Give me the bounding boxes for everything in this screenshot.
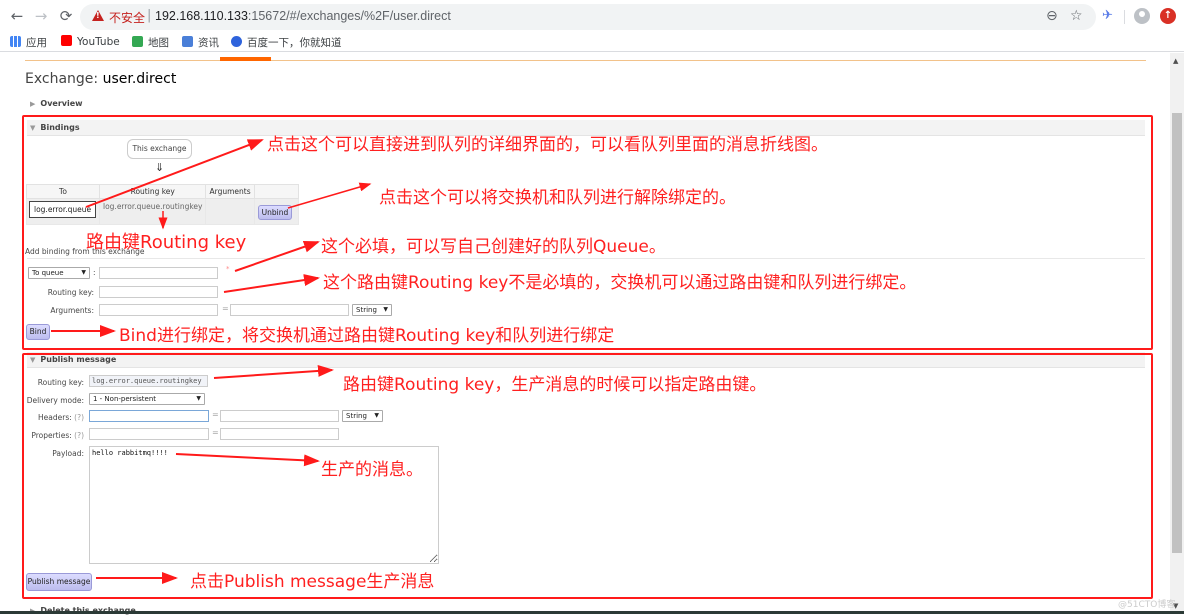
collapsed-triangle-icon: ▶	[30, 100, 36, 108]
bookmark-news[interactable]: 资讯	[182, 35, 219, 50]
exchange-name: user.direct	[102, 71, 177, 87]
section-title: Overview	[40, 99, 83, 108]
toolbar-divider	[1124, 10, 1125, 24]
browser-toolbar: ← → ⟳ 不安全 | 192.168.110.133:15672/#/exch…	[0, 0, 1184, 32]
scroll-thumb[interactable]	[1172, 113, 1182, 553]
page-title: Exchange: user.direct	[25, 71, 176, 87]
url-path: :15672/#/exchanges/%2F/user.direct	[247, 9, 451, 23]
profile-avatar-icon[interactable]	[1134, 8, 1150, 24]
annotation-publish-routing: 路由键Routing key，生产消息的时候可以指定路由键。	[343, 375, 767, 395]
bookmark-apps[interactable]: 应用	[10, 35, 47, 50]
bookmark-baidu[interactable]: 百度一下，你就知道	[231, 35, 342, 50]
maps-icon	[132, 36, 143, 47]
annotation-publish-button: 点击Publish message生产消息	[190, 572, 435, 592]
bookmark-label: 百度一下，你就知道	[247, 37, 342, 49]
reload-icon[interactable]: ⟳	[57, 7, 75, 25]
annotation-required-queue: 这个必填，可以写自己创建好的队列Queue。	[321, 237, 666, 257]
warning-icon	[92, 10, 104, 21]
bookmark-label: 应用	[26, 37, 47, 49]
news-icon	[182, 36, 193, 47]
nav-rule	[25, 60, 1146, 61]
bookmark-label: YouTube	[77, 36, 120, 48]
annotation-routing-key: 路由键Routing key	[86, 232, 247, 253]
url-host: 192.168.110.133	[155, 9, 248, 23]
divider: |	[147, 8, 152, 23]
annotation-payload: 生产的消息。	[321, 460, 423, 480]
bookmark-youtube[interactable]: YouTube	[61, 35, 120, 48]
page-scrollbar[interactable]: ▲ ▼	[1170, 53, 1184, 614]
bird-extension-icon[interactable]: ✈	[1102, 8, 1113, 23]
annotation-optional-routing: 这个路由键Routing key不是必填的，交换机可以通过路由键和队列进行绑定。	[323, 273, 917, 293]
bookmark-star-icon[interactable]: ☆	[1070, 8, 1083, 24]
update-icon[interactable]: ↑	[1160, 8, 1176, 24]
watermark: @51CTO博客	[1118, 600, 1176, 610]
scroll-up-icon[interactable]: ▲	[1173, 57, 1178, 65]
bookmark-label: 地图	[148, 37, 169, 49]
bookmark-maps[interactable]: 地图	[132, 35, 169, 50]
section-overview-toggle[interactable]: ▶ Overview	[30, 99, 83, 108]
baidu-paw-icon	[231, 36, 242, 47]
youtube-icon	[61, 35, 72, 46]
forward-icon[interactable]: →	[32, 7, 50, 25]
url-text[interactable]: 192.168.110.133:15672/#/exchanges/%2F/us…	[155, 9, 451, 23]
annotation-unbind: 点击这个可以将交换机和队列进行解除绑定的。	[379, 188, 736, 208]
apps-grid-icon	[10, 36, 21, 47]
address-bar[interactable]: 不安全 | 192.168.110.133:15672/#/exchanges/…	[80, 4, 1096, 30]
active-nav-tab-indicator	[220, 57, 271, 61]
zoom-out-icon[interactable]: ⊖	[1046, 8, 1058, 24]
title-prefix: Exchange:	[25, 71, 103, 87]
annotation-queue-link: 点击这个可以直接进到队列的详细界面的，可以看队列里面的消息折线图。	[267, 135, 828, 155]
bookmarks-bar: 应用 YouTube 地图 资讯 百度一下，你就知道	[0, 32, 1184, 52]
bookmark-label: 资讯	[198, 37, 219, 49]
annotation-bind: Bind进行绑定，将交换机通过路由键Routing key和队列进行绑定	[119, 326, 615, 346]
back-icon[interactable]: ←	[8, 7, 26, 25]
security-label[interactable]: 不安全	[109, 9, 145, 26]
